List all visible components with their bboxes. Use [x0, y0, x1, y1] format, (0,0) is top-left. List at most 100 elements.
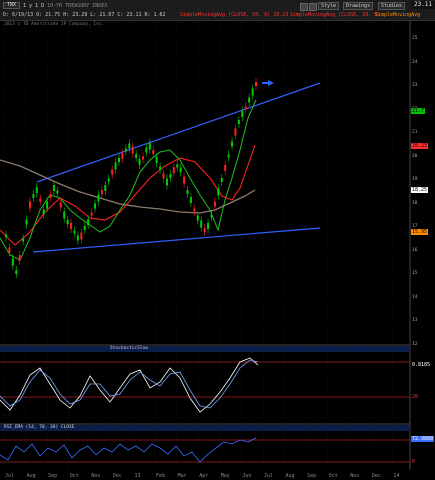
candle-body — [196, 215, 199, 221]
candle-body — [35, 187, 38, 193]
candle-body — [234, 128, 237, 136]
candle-body — [200, 220, 203, 228]
candle-body — [18, 255, 21, 261]
rsi-level-0: 0 — [412, 459, 416, 465]
channel-top-line — [36, 82, 321, 183]
candle-body — [87, 219, 90, 225]
price-axis-label: 21 — [412, 130, 418, 135]
price-axis-label: 15 — [412, 271, 418, 276]
candle-body — [186, 190, 189, 194]
candle-body — [118, 158, 121, 162]
candle-body — [251, 88, 254, 96]
candle-body — [179, 167, 182, 173]
candle-body — [141, 156, 144, 160]
candle-body — [227, 154, 230, 158]
rsi-line — [0, 437, 257, 463]
month-label: Jul — [264, 473, 273, 479]
rsi-title: RSI_EMA (14, 70, 30) CLOSE — [4, 425, 75, 430]
month-label: Oct — [70, 473, 79, 479]
price-chart[interactable]: Jul Aug Sep Oct Nov Dec 13 Feb Mar Apr May Jun Jul Au… — [0, 0, 435, 480]
candle-body — [128, 143, 131, 149]
candle-body — [76, 235, 79, 241]
candle-body — [155, 157, 158, 163]
candle-body — [114, 162, 117, 170]
candle-body — [39, 198, 42, 202]
candle-body — [138, 159, 141, 165]
candle-body — [5, 234, 7, 238]
candle-body — [97, 194, 100, 202]
month-label: Aug — [286, 473, 295, 479]
candle-body — [107, 178, 110, 182]
stoch-value: 0.8185 — [412, 362, 431, 368]
candle-body — [165, 178, 168, 186]
rsi-value: 72.9808 — [411, 436, 435, 442]
month-label: Nov — [91, 473, 100, 479]
month-label: Sep — [307, 473, 316, 479]
ma-long-line — [0, 159, 256, 214]
candle-body — [8, 247, 11, 253]
month-label: Dec — [372, 473, 381, 479]
candle-body — [28, 201, 31, 209]
candle-body — [213, 201, 216, 207]
candle-body — [22, 238, 25, 242]
candle-body — [11, 258, 14, 266]
candle-body — [15, 270, 18, 274]
candle-body — [80, 232, 83, 240]
month-label: 13 — [134, 473, 140, 479]
candle-body — [83, 226, 86, 230]
price-tag-sma20: 21.7 — [411, 108, 426, 114]
candle-body — [94, 203, 97, 209]
month-label: Jun — [242, 473, 251, 479]
price-axis-label: 14 — [412, 294, 418, 300]
candle-body — [25, 219, 28, 225]
month-label: Apr — [199, 473, 208, 479]
channel-bottom-line — [32, 227, 321, 253]
candle-body — [124, 148, 127, 152]
month-label: May — [221, 473, 230, 479]
candle-body — [193, 208, 196, 212]
candle-body — [152, 150, 155, 154]
candle-body — [66, 220, 69, 224]
price-tag-other: 15.95 — [411, 229, 429, 235]
candle-body — [145, 147, 148, 153]
price-axis-label: 20 — [412, 153, 418, 159]
candle-body — [59, 202, 62, 208]
price-axis-label: 23 — [412, 83, 418, 88]
candle-body — [73, 230, 76, 234]
stoch-title: StochasticSlow — [110, 346, 148, 351]
candle-body — [244, 106, 247, 110]
price-axis-label: 13 — [412, 318, 418, 323]
price-axis-label: 18 — [412, 200, 418, 206]
candle-body — [237, 120, 240, 124]
price-axis-label: 12 — [412, 341, 418, 347]
candle-body — [56, 190, 59, 194]
month-label: Aug — [27, 473, 36, 479]
month-label: Dec — [113, 473, 122, 479]
candle-body — [32, 194, 35, 198]
candle-body — [162, 173, 165, 179]
candle-body — [159, 166, 162, 170]
arrow-marker — [262, 80, 274, 86]
candle-body — [111, 169, 114, 175]
candle-body — [42, 209, 45, 215]
candle-body — [172, 167, 175, 173]
candle-body — [46, 201, 49, 209]
candle-body — [70, 223, 73, 229]
month-label: 14 — [393, 473, 399, 479]
candle-body — [148, 142, 151, 150]
candle-body — [248, 97, 251, 103]
candle-body — [63, 211, 66, 219]
candle-body — [135, 154, 138, 158]
stoch-level-20: 20 — [412, 394, 419, 400]
stoch-k-line — [0, 357, 259, 413]
month-label: Mar — [178, 473, 187, 479]
price-axis-label: 24 — [412, 59, 418, 65]
price-tag-sma50: 20.23 — [411, 143, 429, 149]
candle-body — [210, 214, 213, 218]
price-axis-label: 16 — [412, 247, 418, 253]
candle-body — [203, 228, 206, 232]
stoch-d-line — [0, 359, 259, 409]
candle-body — [189, 197, 192, 203]
candle-body — [176, 164, 179, 168]
candle-body — [241, 111, 244, 117]
